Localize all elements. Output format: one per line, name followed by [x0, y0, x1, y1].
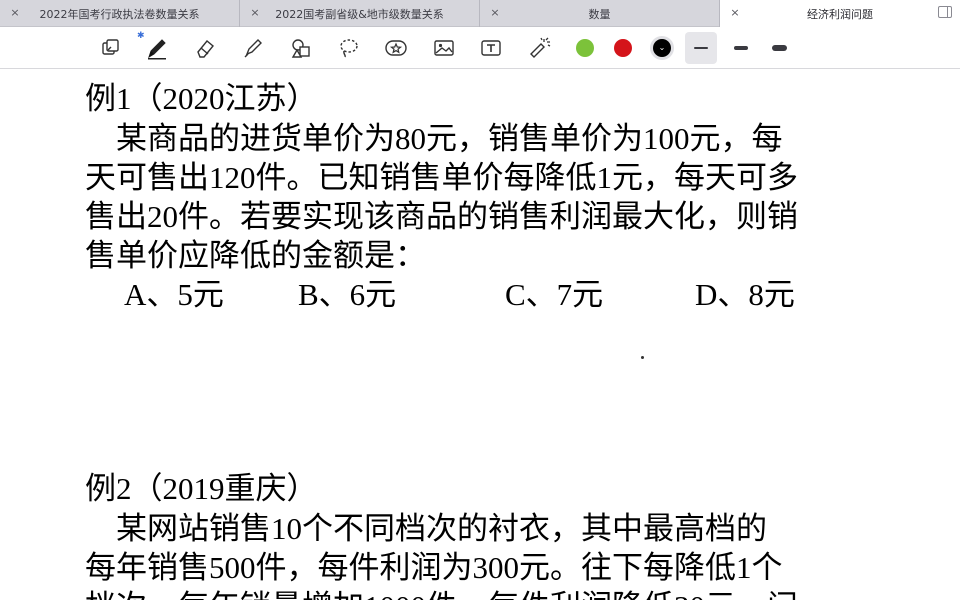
example2-heading: 例2（2019重庆） [85, 471, 318, 506]
option-a: A、5元 [124, 277, 224, 312]
color-red-swatch[interactable] [614, 39, 632, 57]
example2-line-2: 每年销售500件，每件利润为300元。往下每降低1个 [85, 550, 783, 585]
image-icon[interactable] [430, 34, 458, 62]
lasso-icon[interactable] [335, 34, 363, 62]
highlighter-icon[interactable] [239, 34, 267, 62]
eraser-icon[interactable] [191, 34, 219, 62]
stroke-medium-icon[interactable] [734, 46, 748, 50]
example2-line-3: 档次，每年销量增加1000件，每件利润降低30元。问 [85, 589, 798, 600]
tab-2022-provincial-exam[interactable]: × 2022国考副省级&地市级数量关系 [240, 0, 480, 27]
laser-pointer-icon[interactable] [525, 34, 553, 62]
example1-heading: 例1（2020江苏） [85, 81, 318, 116]
pen-icon[interactable] [143, 34, 171, 62]
stroke-thick-icon[interactable] [772, 45, 787, 51]
tab-bar: × 2022年国考行政执法卷数量关系 × 2022国考副省级&地市级数量关系 ×… [0, 0, 960, 27]
sticker-icon[interactable] [382, 34, 410, 62]
example1-line-4: 售单价应降低的金额是： [85, 238, 426, 273]
color-black-swatch[interactable]: ⌄ [650, 36, 674, 60]
split-view-icon[interactable] [938, 6, 952, 18]
close-tab-icon[interactable]: × [248, 6, 262, 19]
option-d: D、8元 [695, 277, 795, 312]
tab-2022-admin-exam[interactable]: × 2022年国考行政执法卷数量关系 [0, 0, 240, 27]
option-c: C、7元 [505, 277, 604, 312]
tab-economic-profit[interactable]: × 经济利润问题 [720, 0, 960, 27]
chevron-down-icon: ⌄ [653, 39, 671, 57]
option-b: B、6元 [298, 277, 397, 312]
example1-line-2: 天可售出120件。已知销售单价每降低1元，每天可多 [85, 160, 798, 195]
example1-line-1: 某商品的进货单价为80元，销售单价为100元，每 [85, 121, 783, 156]
tab-label: 2022国考副省级&地市级数量关系 [275, 7, 444, 21]
lasso-select-icon[interactable] [96, 34, 124, 62]
tab-label: 经济利润问题 [807, 7, 873, 21]
close-tab-icon[interactable]: × [8, 6, 22, 19]
example2-line-1: 某网站销售10个不同档次的衬衣，其中最高档的 [85, 511, 767, 546]
color-green-swatch[interactable] [576, 39, 594, 57]
example1-line-3: 售出20件。若要实现该商品的销售利润最大化，则销 [85, 199, 798, 234]
stroke-thin-icon[interactable] [694, 47, 708, 49]
tab-label: 2022年国考行政执法卷数量关系 [39, 7, 200, 21]
ink-dot [641, 356, 644, 359]
tab-quantity[interactable]: × 数量 [480, 0, 720, 27]
text-icon[interactable] [477, 34, 505, 62]
close-tab-icon[interactable]: × [488, 6, 502, 19]
document-page[interactable]: 例1（2020江苏） 某商品的进货单价为80元，销售单价为100元，每 天可售出… [0, 69, 960, 600]
close-tab-icon[interactable]: × [728, 6, 742, 19]
shapes-icon[interactable] [287, 34, 315, 62]
annotation-toolbar: ✱ ⌄ [0, 27, 960, 69]
tab-label: 数量 [588, 7, 611, 21]
